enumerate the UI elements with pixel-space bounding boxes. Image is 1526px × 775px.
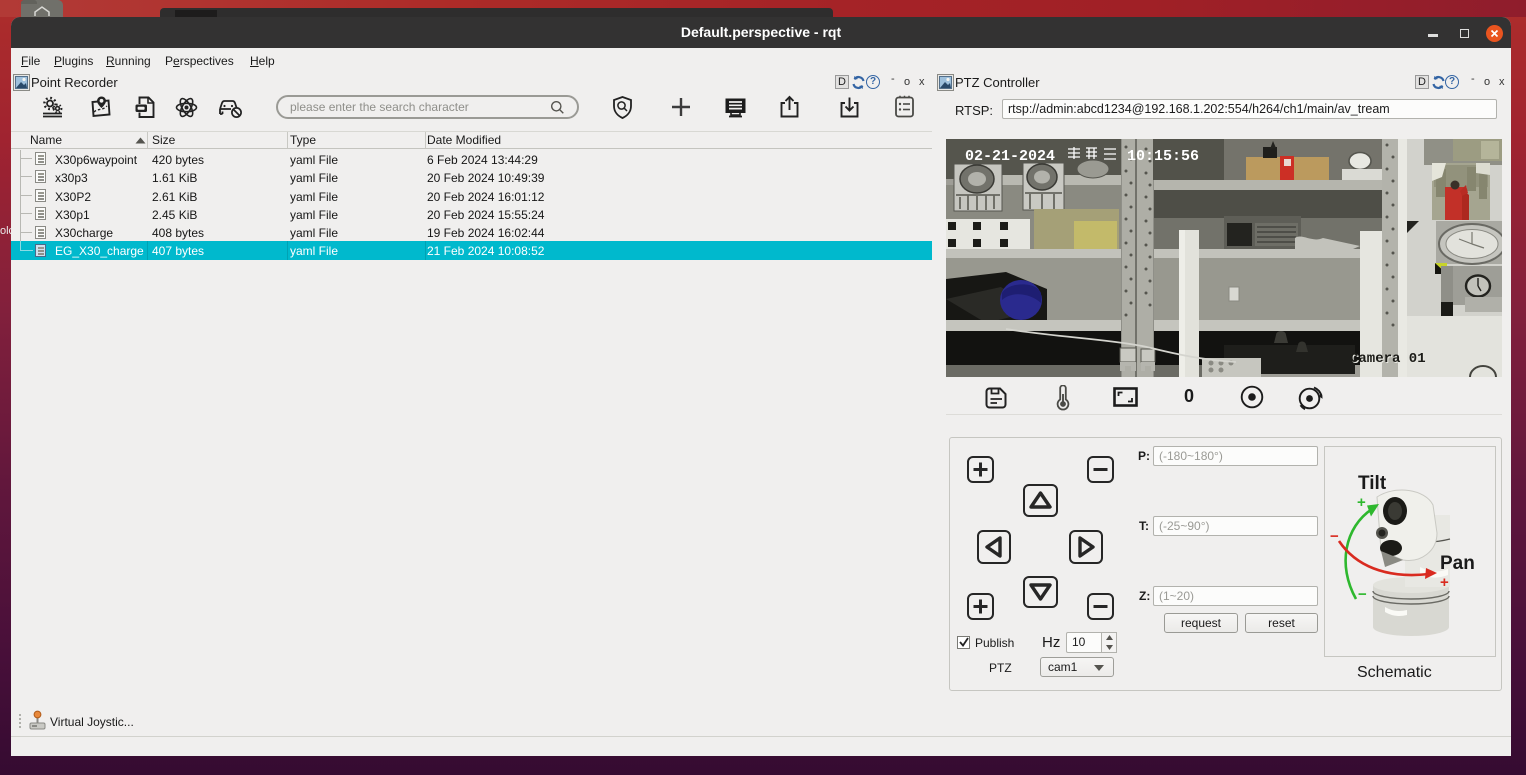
svg-text:Camera 01: Camera 01 (1350, 351, 1426, 367)
svg-text:Pan: Pan (1440, 553, 1475, 574)
svg-text:10:15:56: 10:15:56 (1127, 148, 1199, 165)
svg-text:Tilt: Tilt (1358, 473, 1387, 494)
svg-text:−: − (1358, 586, 1367, 603)
svg-text:+: + (1440, 574, 1449, 591)
svg-text:+: + (1357, 494, 1366, 511)
svg-text:02-21-2024: 02-21-2024 (965, 148, 1055, 165)
svg-text:−: − (1330, 528, 1339, 545)
